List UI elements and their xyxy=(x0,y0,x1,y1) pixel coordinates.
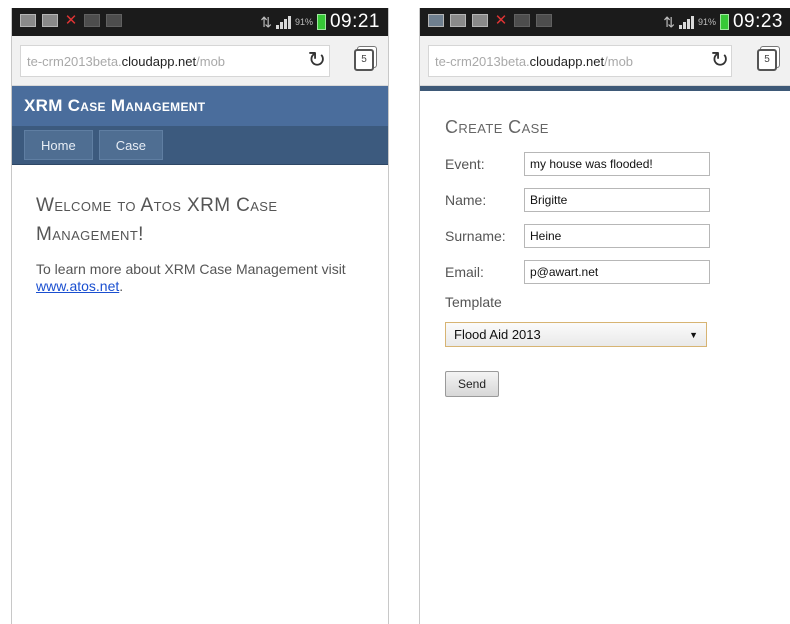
send-button[interactable]: Send xyxy=(445,371,499,397)
name-label: Name: xyxy=(445,192,487,208)
wifi-icon: ⇅ xyxy=(663,13,675,30)
event-label: Event: xyxy=(445,156,485,172)
url-path: /mob xyxy=(196,53,226,69)
tabs-button[interactable]: 5 xyxy=(757,49,777,71)
notification-icon xyxy=(514,14,530,27)
reload-icon[interactable]: ↻ xyxy=(308,47,326,73)
form-title: Create Case xyxy=(445,117,549,137)
message-icon xyxy=(20,14,36,27)
atos-link[interactable]: www.atos.net xyxy=(36,278,119,294)
email-input[interactable]: p@awart.net xyxy=(524,260,710,284)
url-path: /mob xyxy=(604,53,634,69)
url-host: cloudapp.net xyxy=(529,53,605,69)
nav-home-button[interactable]: Home xyxy=(24,130,93,160)
url-prefix: te-crm2013beta. xyxy=(435,53,530,69)
event-input[interactable]: my house was flooded! xyxy=(524,152,710,176)
welcome-heading: Welcome to Atos XRM Case Management! xyxy=(36,195,278,245)
surname-row: Surname: Heine xyxy=(445,218,790,254)
info-text-end: . xyxy=(119,278,124,294)
template-label: Template xyxy=(445,294,502,310)
tabs-button[interactable]: 5 xyxy=(354,49,374,71)
mail-icon xyxy=(42,14,58,27)
create-case-screen: ✕ ⇅ 91% 09:23 te-crm2013beta. cloudapp.ne… xyxy=(419,8,790,624)
notification-icon xyxy=(536,14,552,27)
battery-percent: 91% xyxy=(294,17,313,27)
signal-icon xyxy=(275,15,291,29)
status-bar: ✕ ⇅ 91% 09:21 xyxy=(12,8,388,36)
email-label: Email: xyxy=(445,264,484,280)
template-value: Flood Aid 2013 xyxy=(454,327,541,342)
info-text: To learn more about XRM Case Management … xyxy=(36,261,364,295)
nav-case-button[interactable]: Case xyxy=(98,130,164,160)
email-row: Email: p@awart.net xyxy=(445,254,790,290)
template-select[interactable]: Flood Aid 2013 ▼ xyxy=(445,322,707,347)
notification-icon xyxy=(106,14,122,27)
event-row: Event: my house was flooded! xyxy=(445,146,790,182)
info-text-body: To learn more about XRM Case Management … xyxy=(36,261,346,277)
home-screen: ✕ ⇅ 91% 09:21 te-crm2013beta. cloudapp.ne… xyxy=(11,8,389,624)
browser-toolbar: te-crm2013beta. cloudapp.net/mob ↻ 5 xyxy=(12,36,388,86)
mail-icon xyxy=(472,14,488,27)
missed-call-icon: ✕ xyxy=(64,12,78,29)
battery-percent: 91% xyxy=(697,17,716,27)
signal-icon xyxy=(678,15,694,29)
surname-input[interactable]: Heine xyxy=(524,224,710,248)
nav-bar: Home Case xyxy=(12,126,388,165)
name-input[interactable]: Brigitte xyxy=(524,188,710,212)
missed-call-icon: ✕ xyxy=(494,12,508,29)
surname-label: Surname: xyxy=(445,228,506,244)
app-title: XRM Case Management xyxy=(12,86,388,126)
notification-icon xyxy=(84,14,100,27)
create-case-form: Create Case Event: my house was flooded!… xyxy=(420,91,790,397)
wifi-icon: ⇅ xyxy=(260,13,272,30)
reload-icon[interactable]: ↻ xyxy=(711,47,729,73)
url-host: cloudapp.net xyxy=(121,53,197,69)
battery-icon xyxy=(316,14,326,30)
status-time: 09:21 xyxy=(329,11,380,32)
image-icon xyxy=(428,14,444,27)
status-time: 09:23 xyxy=(732,11,783,32)
dropdown-arrow-icon: ▼ xyxy=(689,329,698,340)
browser-toolbar: te-crm2013beta. cloudapp.net/mob ↻ 5 xyxy=(420,36,790,86)
url-field[interactable]: te-crm2013beta. cloudapp.net/mob xyxy=(20,45,330,77)
url-field[interactable]: te-crm2013beta. cloudapp.net/mob xyxy=(428,45,732,77)
name-row: Name: Brigitte xyxy=(445,182,790,218)
status-bar: ✕ ⇅ 91% 09:23 xyxy=(420,8,790,36)
battery-icon xyxy=(719,14,729,30)
url-prefix: te-crm2013beta. xyxy=(27,53,122,69)
message-icon xyxy=(450,14,466,27)
